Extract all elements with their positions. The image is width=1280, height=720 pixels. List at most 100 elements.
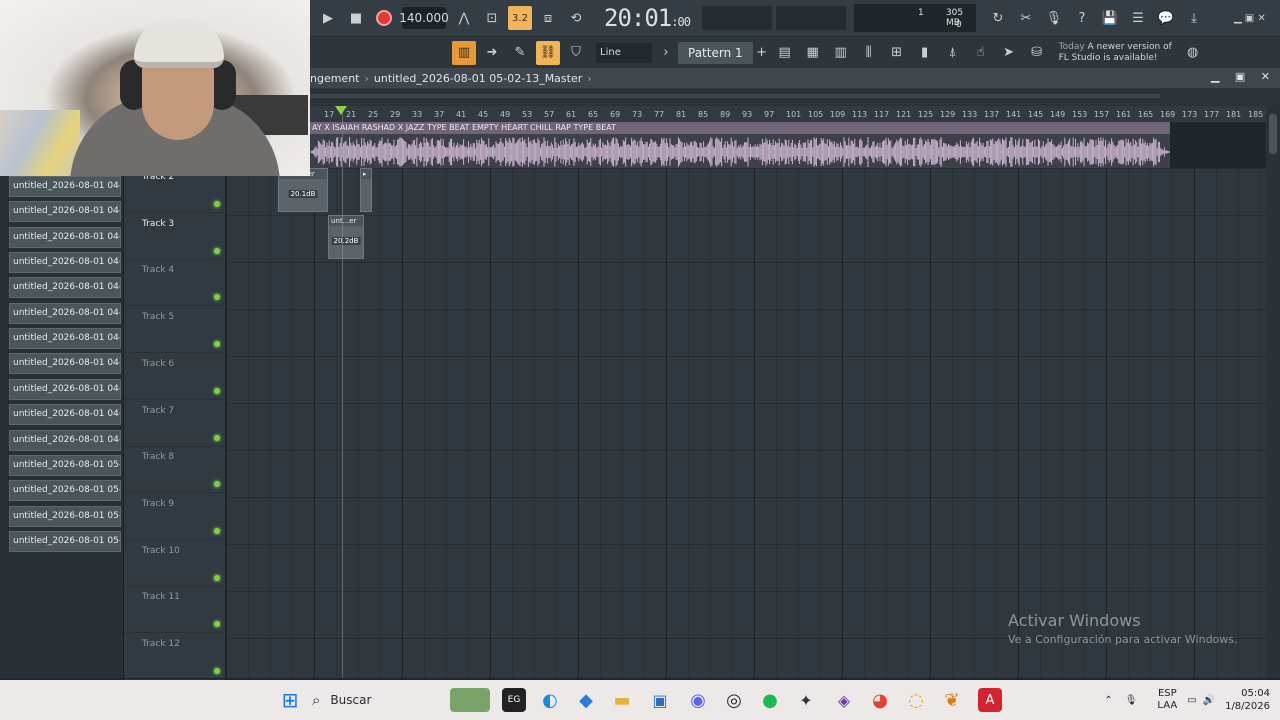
track-mute-led-icon[interactable] xyxy=(214,668,220,674)
track-mute-led-icon[interactable] xyxy=(214,527,220,534)
playlist-grid[interactable]: unti...ster 20.1dB ▸ unt...er 20.2dB xyxy=(226,168,1266,678)
breadcrumb-chevron-icon[interactable]: › xyxy=(587,72,591,85)
track-mute-led-icon[interactable] xyxy=(214,387,220,394)
spotify-icon[interactable]: ● xyxy=(758,688,782,712)
audio-clip-beat[interactable]: AY X ISAIAH RASHAD X JAZZ TYPE BEAT EMPT… xyxy=(310,122,1170,168)
media-app-icon[interactable]: ◌ xyxy=(904,688,928,712)
channel-rack-icon[interactable]: ▥ xyxy=(829,41,853,65)
link-icon[interactable]: ⛓ xyxy=(536,40,560,65)
track-mute-led-icon[interactable] xyxy=(214,481,220,488)
track-header[interactable]: Track 4 xyxy=(124,259,224,307)
download-icon[interactable]: ⤓ xyxy=(1182,6,1206,30)
arrow-right-icon[interactable]: ➜ xyxy=(480,41,504,65)
pattern-clip-master-2[interactable]: unt...er 20.2dB xyxy=(328,215,364,259)
track-header[interactable]: Track 3 xyxy=(124,213,224,260)
record-button[interactable] xyxy=(372,6,396,30)
track-header[interactable]: Track 10 xyxy=(124,540,224,587)
edge-icon[interactable]: ◐ xyxy=(538,688,562,712)
browser-file-item[interactable]: untitled_2026-08-01 04-... xyxy=(9,302,121,324)
piano-roll-icon[interactable]: ▦ xyxy=(801,41,825,65)
pattern-selector[interactable]: Pattern 1 xyxy=(678,41,753,64)
browser-file-item[interactable]: untitled_2026-08-01 04-... xyxy=(9,176,121,197)
beats-counter[interactable]: 3.2 xyxy=(508,6,532,30)
shop-icon[interactable]: ⛁ xyxy=(1025,41,1049,65)
browser-file-item[interactable]: untitled_2026-08-01 05-... xyxy=(9,480,121,502)
store-icon[interactable]: ▣ xyxy=(648,688,672,712)
chat-icon[interactable]: 💬 xyxy=(1154,6,1178,30)
browser-file-item[interactable]: untitled_2026-08-01 04-... xyxy=(9,404,121,426)
window-controls[interactable]: ▁ ▣ ✕ xyxy=(1234,13,1266,24)
browser-icon[interactable]: ⊞ xyxy=(885,41,909,65)
song-position-clock[interactable]: 20:01:00 xyxy=(604,4,691,32)
discord-icon[interactable]: ◉ xyxy=(686,688,710,712)
browser-file-item[interactable]: untitled_2026-08-01 04-... xyxy=(9,277,121,299)
add-pattern-icon[interactable]: + xyxy=(755,41,769,65)
file-explorer-icon[interactable]: ▬ xyxy=(610,688,634,712)
windows-start-icon[interactable]: ⊞ xyxy=(278,688,302,712)
track-mute-led-icon[interactable] xyxy=(214,294,220,301)
mixer-view-icon[interactable]: ⫼ xyxy=(857,41,881,65)
playlist-icon[interactable]: ▤ xyxy=(773,41,797,65)
breadcrumb-parent[interactable]: ngement xyxy=(310,72,360,85)
browser-file-item[interactable]: untitled_2026-08-01 04-... xyxy=(9,429,121,451)
browser-file-item[interactable]: untitled_2026-08-01 04-... xyxy=(9,378,121,400)
mixer-icon[interactable]: ☰ xyxy=(1126,6,1150,30)
wait-record-icon[interactable]: ⊡ xyxy=(480,6,504,30)
track-header[interactable]: Track 12 xyxy=(124,633,224,680)
browser-file-item[interactable]: untitled_2026-08-01 04-... xyxy=(9,226,121,248)
widgets-icon[interactable] xyxy=(450,688,490,712)
chrome-icon[interactable]: ◕ xyxy=(868,688,892,712)
browser-file-item[interactable]: untitled_2026-08-01 05-... xyxy=(9,505,121,527)
track-header[interactable]: Track 11 xyxy=(124,586,224,634)
project-icon[interactable]: ▮ xyxy=(913,41,937,65)
track-mute-led-icon[interactable] xyxy=(214,574,220,581)
network-icon[interactable]: ▭ xyxy=(1187,695,1196,706)
track-header[interactable]: Track 9 xyxy=(124,493,224,540)
track-mute-led-icon[interactable] xyxy=(214,201,220,207)
vertical-scrollbar[interactable] xyxy=(1266,106,1280,678)
pencil-icon[interactable]: ✎ xyxy=(508,41,532,65)
steam-icon[interactable]: ◎ xyxy=(722,688,746,712)
track-mute-led-icon[interactable] xyxy=(214,341,220,348)
browser-file-item[interactable]: untitled_2026-08-01 04-... xyxy=(9,252,121,274)
tools-icon[interactable]: ✂ xyxy=(1014,6,1038,30)
playlist-window-controls[interactable]: ▁ ▣ ✕ xyxy=(1211,70,1276,83)
taskbar-search[interactable]: ⌕ Buscar xyxy=(312,686,440,714)
chevron-up-icon[interactable]: ⌃ xyxy=(1104,695,1112,706)
save-icon[interactable]: 💾 xyxy=(1098,6,1122,30)
clock-tray[interactable]: 05:04 1/8/2026 xyxy=(1225,687,1270,713)
breadcrumb-current[interactable]: untitled_2026-08-01 05-02-13_Master xyxy=(374,72,582,85)
step-edit-icon[interactable]: ⧈ xyxy=(536,6,560,30)
news-panel[interactable]: Today A newer version of FL Studio is av… xyxy=(1059,42,1179,64)
voice-app-icon[interactable]: ◈ xyxy=(832,688,856,712)
loop-record-icon[interactable]: ⟲ xyxy=(564,6,588,30)
microphone-icon[interactable]: 🎙 xyxy=(1042,6,1066,30)
playhead-marker-icon[interactable] xyxy=(335,106,347,115)
send-icon[interactable]: ➤ xyxy=(997,41,1021,65)
track-header[interactable]: Track 7 xyxy=(124,400,224,447)
track-mute-led-icon[interactable] xyxy=(214,434,220,441)
epic-games-icon[interactable]: EG xyxy=(502,688,526,712)
stop-button[interactable]: ■ xyxy=(344,6,368,30)
browser-file-item[interactable]: untitled_2026-08-01 04-... xyxy=(9,201,121,223)
browser-file-item[interactable]: untitled_2026-08-01 04-... xyxy=(9,328,121,350)
browser-file-item[interactable]: untitled_2026-08-01 05-... xyxy=(9,454,121,476)
browser-file-item[interactable]: untitled_2026-08-01 04-... xyxy=(9,353,121,375)
vscroll-thumb[interactable] xyxy=(1269,114,1277,154)
scroll-thumb[interactable] xyxy=(310,94,1160,98)
fl-studio-icon[interactable]: ❦ xyxy=(940,688,964,712)
help-icon[interactable]: ? xyxy=(1070,6,1094,30)
horizontal-scrollbar[interactable] xyxy=(310,88,1280,106)
piano-icon[interactable]: ▥ xyxy=(452,40,476,65)
browser-file-item[interactable]: untitled_2026-08-01 05-... xyxy=(9,530,121,552)
app-icon[interactable]: ✦ xyxy=(794,688,818,712)
undo-icon[interactable]: ↻ xyxy=(986,6,1010,30)
snap-selector[interactable]: Line xyxy=(596,42,652,63)
track-header[interactable]: Track 5 xyxy=(124,306,224,354)
language-indicator[interactable]: ESP LAA xyxy=(1157,688,1177,712)
tempo-display[interactable]: 140.000 xyxy=(399,7,449,29)
pattern-clip-end-marker[interactable]: ▸ xyxy=(360,168,372,212)
plugin-icon[interactable]: ⍋ xyxy=(941,41,965,65)
copilot-icon[interactable]: ◆ xyxy=(574,688,598,712)
timeline-ruler[interactable]: 17 21 25 29 33 37 41 45 49 53 57 61 65 69 73 77 81 85 89 93… xyxy=(310,106,1266,122)
